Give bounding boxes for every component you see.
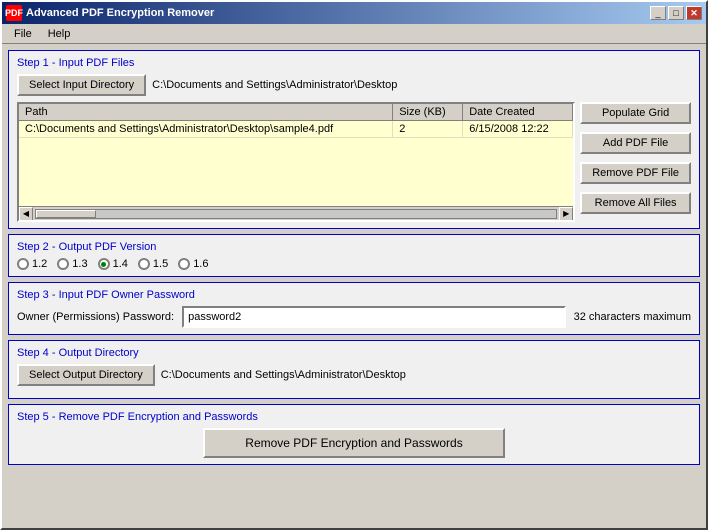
close-button[interactable]: ✕ [686,6,702,20]
content-area: Step 1 - Input PDF Files Select Input Di… [2,44,706,528]
menu-help[interactable]: Help [40,26,79,42]
step1-dir-row: Select Input Directory C:\Documents and … [17,74,691,96]
step2-box: Step 2 - Output PDF Version 1.2 1.3 1.4 … [8,234,700,277]
remove-all-button[interactable]: Remove All Files [580,192,691,214]
grid-header: Path Size (KB) Date Created [19,104,573,121]
radio-13[interactable]: 1.3 [57,258,87,270]
grid-side-buttons: Populate Grid Add PDF File Remove PDF Fi… [580,102,691,222]
radio-12[interactable]: 1.2 [17,258,47,270]
title-buttons: _ □ ✕ [650,6,702,20]
select-output-dir-button[interactable]: Select Output Directory [17,364,155,386]
radio-circle-16[interactable] [178,258,190,270]
char-limit: 32 characters maximum [574,311,691,323]
remove-pdf-button[interactable]: Remove PDF File [580,162,691,184]
cell-size: 2 [393,121,463,137]
radio-label-12: 1.2 [32,258,47,270]
window-title: Advanced PDF Encryption Remover [26,7,214,19]
radio-label-13: 1.3 [72,258,87,270]
radio-circle-14[interactable] [98,258,110,270]
populate-grid-button[interactable]: Populate Grid [580,102,691,124]
col-path: Path [19,104,393,120]
cell-path: C:\Documents and Settings\Administrator\… [19,121,393,137]
output-path-display: C:\Documents and Settings\Administrator\… [161,369,406,381]
grid-body[interactable]: C:\Documents and Settings\Administrator\… [19,121,573,206]
radio-16[interactable]: 1.6 [178,258,208,270]
maximize-button[interactable]: □ [668,6,684,20]
scroll-right-btn[interactable]: ▶ [559,207,573,221]
scroll-thumb[interactable] [36,210,96,218]
password-input[interactable] [182,306,566,328]
title-bar: PDF Advanced PDF Encryption Remover _ □ … [2,2,706,24]
step4-box: Step 4 - Output Directory Select Output … [8,340,700,399]
radio-circle-12[interactable] [17,258,29,270]
file-grid: Path Size (KB) Date Created C:\Documents… [17,102,575,222]
grid-with-buttons: Path Size (KB) Date Created C:\Documents… [17,102,691,222]
step5-box: Step 5 - Remove PDF Encryption and Passw… [8,404,700,465]
input-path-display: C:\Documents and Settings\Administrator\… [152,79,397,91]
radio-label-14: 1.4 [113,258,128,270]
title-bar-left: PDF Advanced PDF Encryption Remover [6,5,214,21]
radio-circle-13[interactable] [57,258,69,270]
step5-label: Step 5 - Remove PDF Encryption and Passw… [17,411,691,423]
col-date: Date Created [463,104,573,120]
scroll-track[interactable] [35,209,557,219]
radio-label-16: 1.6 [193,258,208,270]
radio-circle-15[interactable] [138,258,150,270]
cell-date: 6/15/2008 12:22 [463,121,573,137]
radio-label-15: 1.5 [153,258,168,270]
radio-14[interactable]: 1.4 [98,258,128,270]
version-radio-group: 1.2 1.3 1.4 1.5 1.6 [17,258,691,270]
step3-row: Owner (Permissions) Password: 32 charact… [17,306,691,328]
table-row: C:\Documents and Settings\Administrator\… [19,121,573,138]
step3-box: Step 3 - Input PDF Owner Password Owner … [8,282,700,335]
col-size: Size (KB) [393,104,463,120]
step4-label: Step 4 - Output Directory [17,347,691,359]
app-icon: PDF [6,5,22,21]
horizontal-scrollbar[interactable]: ◀ ▶ [19,206,573,220]
step1-label: Step 1 - Input PDF Files [17,57,691,69]
scroll-left-btn[interactable]: ◀ [19,207,33,221]
step2-label: Step 2 - Output PDF Version [17,241,691,253]
step1-box: Step 1 - Input PDF Files Select Input Di… [8,50,700,229]
add-pdf-button[interactable]: Add PDF File [580,132,691,154]
minimize-button[interactable]: _ [650,6,666,20]
menu-file[interactable]: File [6,26,40,42]
main-window: PDF Advanced PDF Encryption Remover _ □ … [0,0,708,530]
step5-row: Remove PDF Encryption and Passwords [17,428,691,458]
file-grid-container: Path Size (KB) Date Created C:\Documents… [17,102,575,222]
radio-15[interactable]: 1.5 [138,258,168,270]
remove-encryption-button[interactable]: Remove PDF Encryption and Passwords [203,428,504,458]
menu-bar: File Help [2,24,706,44]
step3-label: Step 3 - Input PDF Owner Password [17,289,691,301]
select-input-dir-button[interactable]: Select Input Directory [17,74,146,96]
password-label: Owner (Permissions) Password: [17,311,174,323]
step4-dir-row: Select Output Directory C:\Documents and… [17,364,691,386]
